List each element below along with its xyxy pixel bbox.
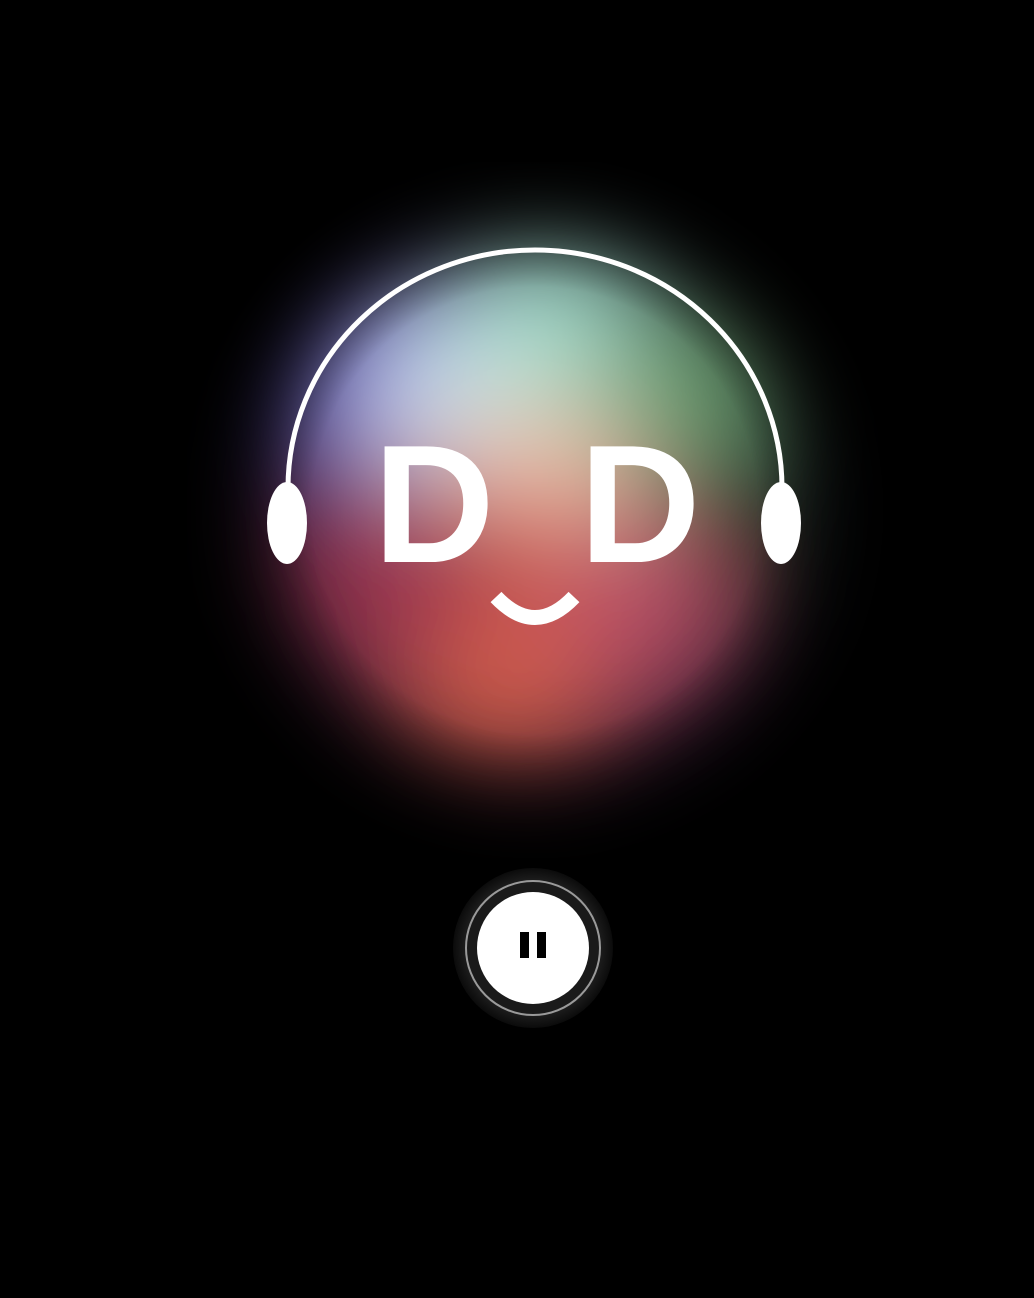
dj-player-screen: D D [0,0,1034,1298]
right-earcup-icon [761,482,801,564]
left-eye-letter: D [373,410,494,598]
left-earcup-icon [267,482,307,564]
pause-icon-bar [537,932,546,958]
pause-button[interactable] [453,868,613,1028]
pause-button-face [477,892,589,1004]
dj-logo: D D [267,247,801,625]
right-eye-letter: D [579,410,700,598]
headband-icon [285,247,785,489]
smile-icon [490,591,580,625]
pause-icon [520,932,529,958]
